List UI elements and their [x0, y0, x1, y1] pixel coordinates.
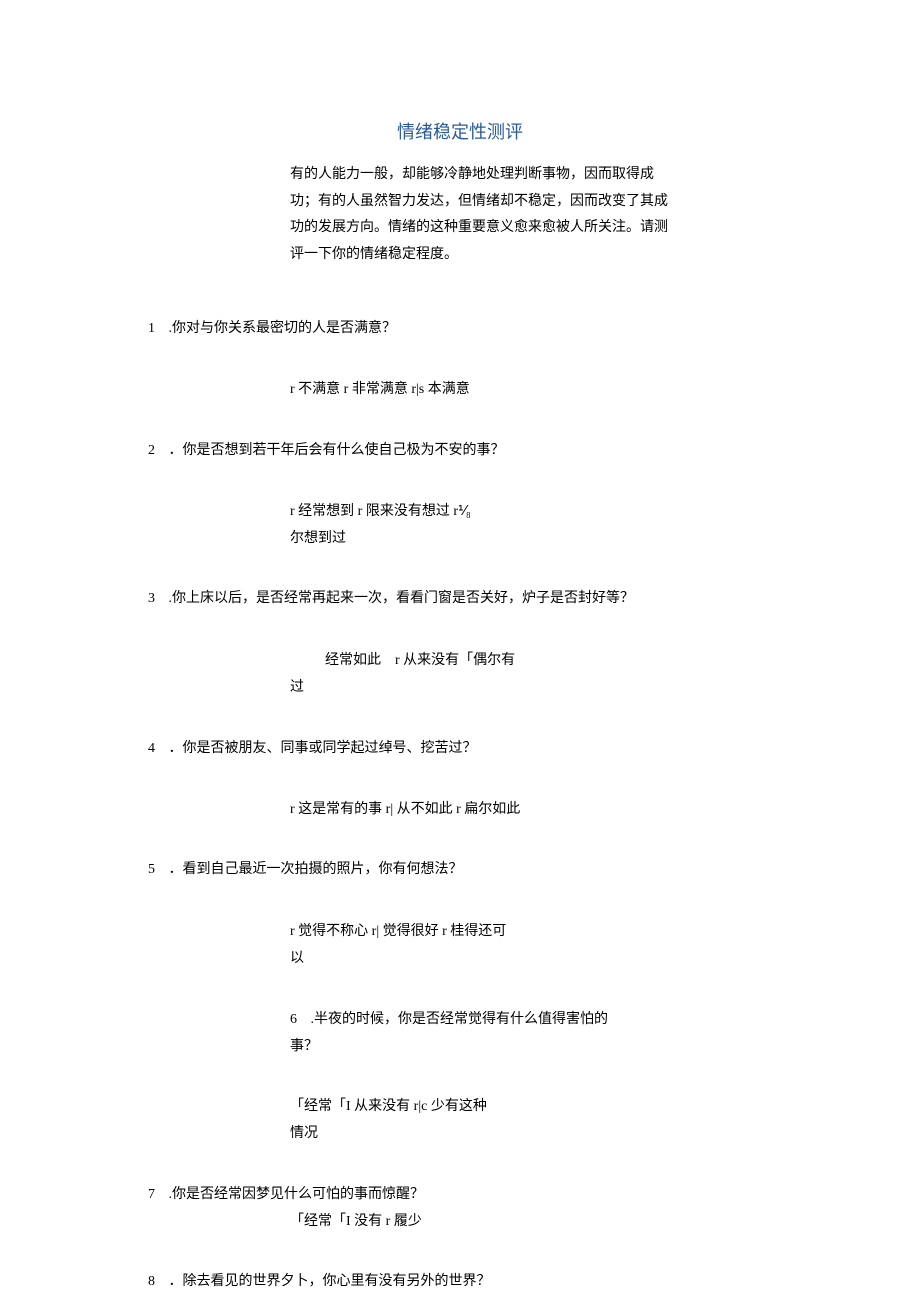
option-line: 「经常「I 从来没有 r|c 少有这种 [290, 1094, 630, 1121]
question-4: 4 ．你是否被朋友、同事或同学起过绰号、挖苦过？ [148, 736, 778, 761]
question-text: ．看到自己最近一次拍摄的照片，你有何想法？ [169, 862, 463, 877]
question-text: .半夜的时候，你是否经常觉得有什么值得害怕的事？ [290, 1012, 608, 1054]
question-5-options: r 觉得不称心 r| 觉得很好 r 桂得还可 以 [290, 919, 630, 972]
question-number: 6 [290, 1012, 297, 1027]
question-1-options: r 不满意 r 非常满意 r|s 本满意 [290, 377, 630, 404]
question-1: 1 .你对与你关系最密切的人是否满意？ [148, 316, 778, 341]
question-number: 5 [148, 862, 155, 877]
question-7: 7 .你是否经常因梦见什么可怕的事而惊醒？ [148, 1182, 778, 1207]
question-text: ．除去看见的世界夕卜，你心里有没有另外的世界？ [169, 1274, 491, 1289]
question-3-options: 经常如此 r 从来没有「偶尔有 过 [290, 648, 630, 701]
option-line: 情况 [290, 1121, 630, 1148]
option-line: r 经常想到 r 限来没有想过 r⅟₈ [290, 499, 630, 526]
question-7-options: 「经常「I 没有 r 履少 [290, 1209, 630, 1234]
option-line: 经常如此 r 从来没有「偶尔有 [325, 648, 630, 675]
question-6: 6 .半夜的时候，你是否经常觉得有什么值得害怕的事？ [290, 1007, 630, 1060]
question-text: .你是否经常因梦见什么可怕的事而惊醒？ [169, 1187, 425, 1202]
question-number: 8 [148, 1274, 155, 1289]
option-line: r 觉得不称心 r| 觉得很好 r 桂得还可 [290, 919, 630, 946]
document-title: 情绪稳定性测评 [0, 116, 920, 148]
option-line: 尔想到过 [290, 526, 630, 553]
question-4-options: r 这是常有的事 r| 从不如此 r 扁尔如此 [290, 797, 630, 824]
question-2-options: r 经常想到 r 限来没有想过 r⅟₈ 尔想到过 [290, 499, 630, 552]
intro-paragraph: 有的人能力一般，却能够冷静地处理判断事物，因而取得成功；有的人虽然智力发达，但情… [290, 162, 680, 268]
question-2: 2 ．你是否想到若干年后会有什么使自己极为不安的事？ [148, 438, 778, 463]
question-text: ．你是否想到若干年后会有什么使自己极为不安的事？ [169, 443, 505, 458]
question-number: 3 [148, 591, 155, 606]
question-number: 2 [148, 443, 155, 458]
question-number: 4 [148, 741, 155, 756]
question-number: 1 [148, 321, 155, 336]
question-text: ．你是否被朋友、同事或同学起过绰号、挖苦过？ [169, 741, 477, 756]
question-text: .你对与你关系最密切的人是否满意？ [169, 321, 397, 336]
question-5: 5 ．看到自己最近一次拍摄的照片，你有何想法？ [148, 857, 778, 882]
question-6-options: 「经常「I 从来没有 r|c 少有这种 情况 [290, 1094, 630, 1147]
option-line: 过 [290, 675, 630, 702]
question-number: 7 [148, 1187, 155, 1202]
question-text: .你上床以后，是否经常再起来一次，看看门窗是否关好，炉子是否封好等？ [169, 591, 635, 606]
option-line: 以 [290, 946, 630, 973]
question-8: 8 ．除去看见的世界夕卜，你心里有没有另外的世界？ [148, 1269, 778, 1294]
question-3: 3 .你上床以后，是否经常再起来一次，看看门窗是否关好，炉子是否封好等？ [148, 586, 778, 611]
